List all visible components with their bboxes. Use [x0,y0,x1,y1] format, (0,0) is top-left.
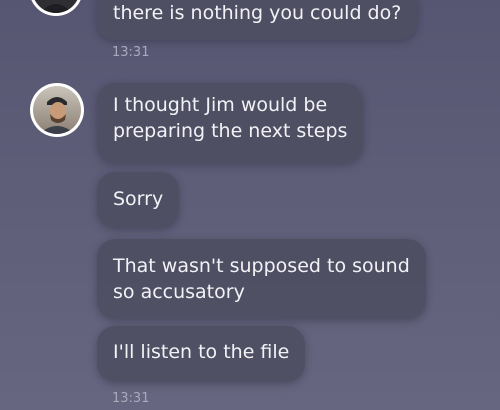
avatar-photo [32,0,80,13]
message-bubble[interactable]: Sorry [97,172,180,228]
message-text: there is nothing you could do? [113,2,402,24]
message-timestamp: 13:31 [112,45,150,60]
chat-thread: there is nothing you could do? 13:31 I t… [0,0,500,410]
message-bubble[interactable]: I thought Jim would be preparing the nex… [97,83,364,163]
contact-avatar[interactable] [30,83,84,137]
message-bubble[interactable]: I'll listen to the file [97,326,306,382]
message-timestamp: 13:31 [112,391,150,406]
message-text-line: preparing the next steps [113,120,348,142]
message-bubble[interactable]: That wasn't supposed to sound so accusat… [97,239,426,319]
message-text: Sorry [113,188,164,210]
message-text-line: so accusatory [113,281,245,303]
message-text: I'll listen to the file [113,341,290,363]
contact-avatar-previous[interactable] [29,0,83,16]
message-text-line: I thought Jim would be [113,94,328,116]
message-bubble[interactable]: there is nothing you could do? [97,0,418,40]
avatar-photo [33,86,81,134]
message-text-line: That wasn't supposed to sound [113,255,410,277]
